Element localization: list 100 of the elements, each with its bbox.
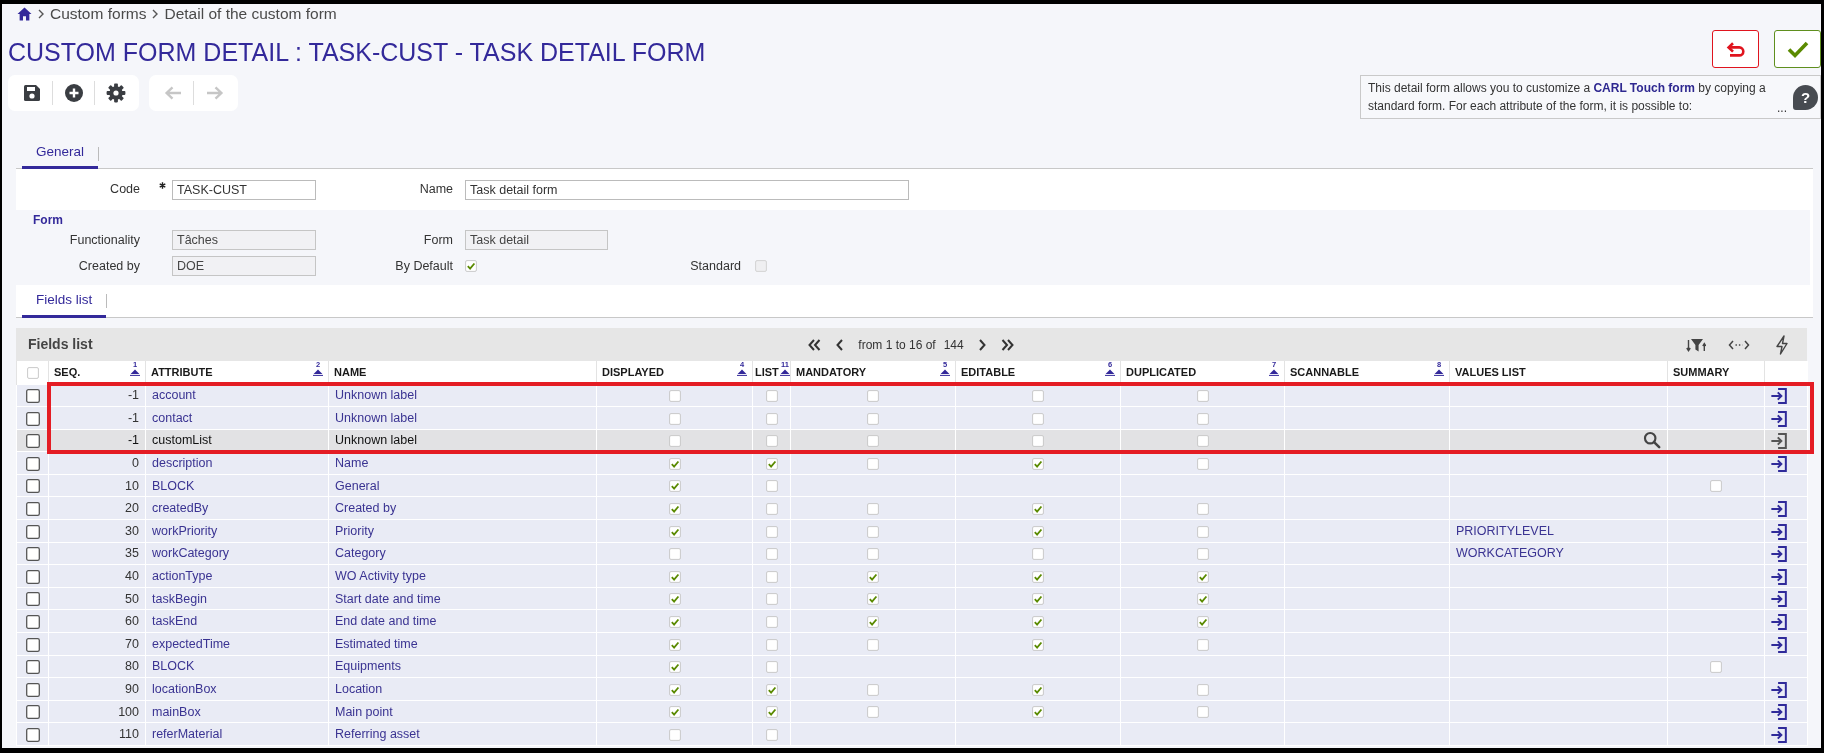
table-row[interactable]: -1 customList Unknown label	[16, 429, 1808, 452]
checkbox[interactable]	[867, 412, 879, 425]
checkbox[interactable]	[1032, 638, 1044, 651]
checkbox[interactable]	[765, 638, 778, 651]
previous-page-button[interactable]	[835, 337, 845, 352]
enter-arrow-icon[interactable]	[1770, 590, 1788, 609]
sort-ascending-icon[interactable]	[940, 369, 950, 377]
table-row[interactable]: 80 BLOCK Equipments	[16, 655, 1808, 678]
checkbox[interactable]	[25, 660, 40, 675]
sort-ascending-icon[interactable]	[313, 369, 323, 377]
checkbox[interactable]	[1196, 683, 1209, 696]
checkbox[interactable]	[765, 570, 778, 583]
checkbox[interactable]	[1196, 457, 1209, 470]
checkbox[interactable]	[1032, 525, 1044, 538]
checkbox[interactable]	[867, 593, 879, 606]
checkbox[interactable]	[668, 683, 681, 696]
table-row[interactable]: 60 taskEnd End date and time	[16, 609, 1808, 633]
enter-arrow-icon[interactable]	[1770, 499, 1788, 518]
checkbox[interactable]	[668, 570, 681, 583]
checkbox[interactable]	[1196, 390, 1209, 402]
checkbox[interactable]	[668, 593, 681, 606]
checkbox[interactable]	[1196, 502, 1209, 515]
checkbox[interactable]	[1032, 706, 1044, 719]
checkbox[interactable]	[765, 548, 778, 561]
checkbox[interactable]	[1196, 615, 1209, 628]
checkbox[interactable]	[867, 502, 879, 515]
checkbox[interactable]	[765, 593, 778, 606]
checkbox[interactable]	[465, 260, 477, 272]
sort-ascending-icon[interactable]	[1269, 369, 1279, 377]
checkbox[interactable]	[26, 367, 39, 380]
table-row[interactable]: 35 workCategory Category WORKCATEGORY	[16, 542, 1808, 565]
checkbox[interactable]	[867, 435, 879, 448]
checkbox[interactable]	[765, 502, 778, 515]
table-row[interactable]: 30 workPriority Priority PRIORITYLEVEL	[16, 519, 1808, 543]
checkbox[interactable]	[1196, 638, 1209, 651]
checkbox[interactable]	[668, 661, 681, 674]
enter-arrow-icon[interactable]	[1770, 725, 1788, 744]
checkbox[interactable]	[765, 412, 778, 425]
checkbox[interactable]	[25, 637, 40, 652]
table-row[interactable]: 40 actionType WO Activity type	[16, 564, 1808, 588]
checkbox[interactable]	[25, 524, 40, 539]
checkbox[interactable]	[1196, 412, 1209, 425]
checkbox[interactable]	[765, 661, 778, 674]
checkbox[interactable]	[1032, 593, 1044, 606]
checkbox[interactable]	[867, 548, 879, 561]
checkbox[interactable]	[765, 435, 778, 448]
table-row[interactable]: -1 account Unknown label	[16, 384, 1808, 407]
checkbox[interactable]	[25, 501, 40, 516]
breadcrumb-link[interactable]: Custom forms	[50, 4, 147, 26]
checkbox[interactable]	[668, 525, 681, 538]
checkbox[interactable]	[765, 706, 778, 719]
checkbox[interactable]	[1196, 435, 1209, 448]
enter-arrow-icon[interactable]	[1770, 522, 1788, 541]
checkbox[interactable]	[668, 615, 681, 628]
enter-arrow-icon[interactable]	[1770, 409, 1788, 428]
next-page-button[interactable]	[977, 337, 987, 352]
checkbox[interactable]	[1032, 502, 1044, 515]
table-row[interactable]: 100 mainBox Main point	[16, 700, 1808, 723]
enter-arrow-icon[interactable]	[1770, 635, 1788, 654]
sort-ascending-icon[interactable]	[1434, 369, 1444, 377]
checkbox[interactable]	[25, 592, 40, 607]
checkbox[interactable]	[867, 390, 879, 402]
checkbox[interactable]	[867, 525, 879, 538]
checkbox[interactable]	[765, 683, 778, 696]
sort-ascending-icon[interactable]	[737, 369, 747, 377]
sort-ascending-icon[interactable]	[130, 369, 140, 377]
checkbox[interactable]	[25, 682, 40, 697]
checkbox[interactable]	[668, 638, 681, 651]
checkbox[interactable]	[668, 706, 681, 719]
enter-arrow-icon[interactable]	[1770, 545, 1788, 564]
checkbox[interactable]	[668, 728, 681, 741]
checkbox[interactable]	[867, 615, 879, 628]
checkbox[interactable]	[1032, 390, 1044, 402]
checkbox[interactable]	[25, 727, 40, 742]
checkbox[interactable]	[1710, 661, 1722, 674]
enter-arrow-icon[interactable]	[1770, 387, 1788, 405]
checkbox[interactable]	[867, 706, 879, 719]
help-button[interactable]: ?	[1793, 84, 1818, 110]
checkbox[interactable]	[867, 570, 879, 583]
text-field[interactable]: Tâches	[172, 230, 316, 250]
tab[interactable]: Fields list	[22, 285, 107, 318]
text-field[interactable]: Task detail	[465, 230, 608, 250]
checkbox[interactable]	[765, 615, 778, 628]
sort-ascending-icon[interactable]	[1105, 369, 1115, 377]
checkbox[interactable]	[25, 389, 40, 403]
checkbox[interactable]	[867, 457, 879, 470]
text-field[interactable]: DOE	[172, 256, 316, 276]
checkbox[interactable]	[25, 434, 40, 449]
checkbox[interactable]	[1196, 570, 1209, 583]
text-field[interactable]: Task detail form	[465, 179, 909, 200]
checkbox[interactable]	[25, 411, 40, 426]
text-field[interactable]: TASK-CUST	[172, 179, 316, 200]
checkbox[interactable]	[765, 457, 778, 470]
enter-arrow-icon[interactable]	[1770, 680, 1788, 699]
enter-arrow-icon[interactable]	[1770, 703, 1788, 722]
table-row[interactable]: 10 BLOCK General	[16, 474, 1808, 497]
checkbox[interactable]	[1196, 548, 1209, 561]
enter-arrow-icon[interactable]	[1770, 567, 1788, 586]
checkbox[interactable]	[25, 456, 40, 471]
checkbox[interactable]	[1196, 593, 1209, 606]
